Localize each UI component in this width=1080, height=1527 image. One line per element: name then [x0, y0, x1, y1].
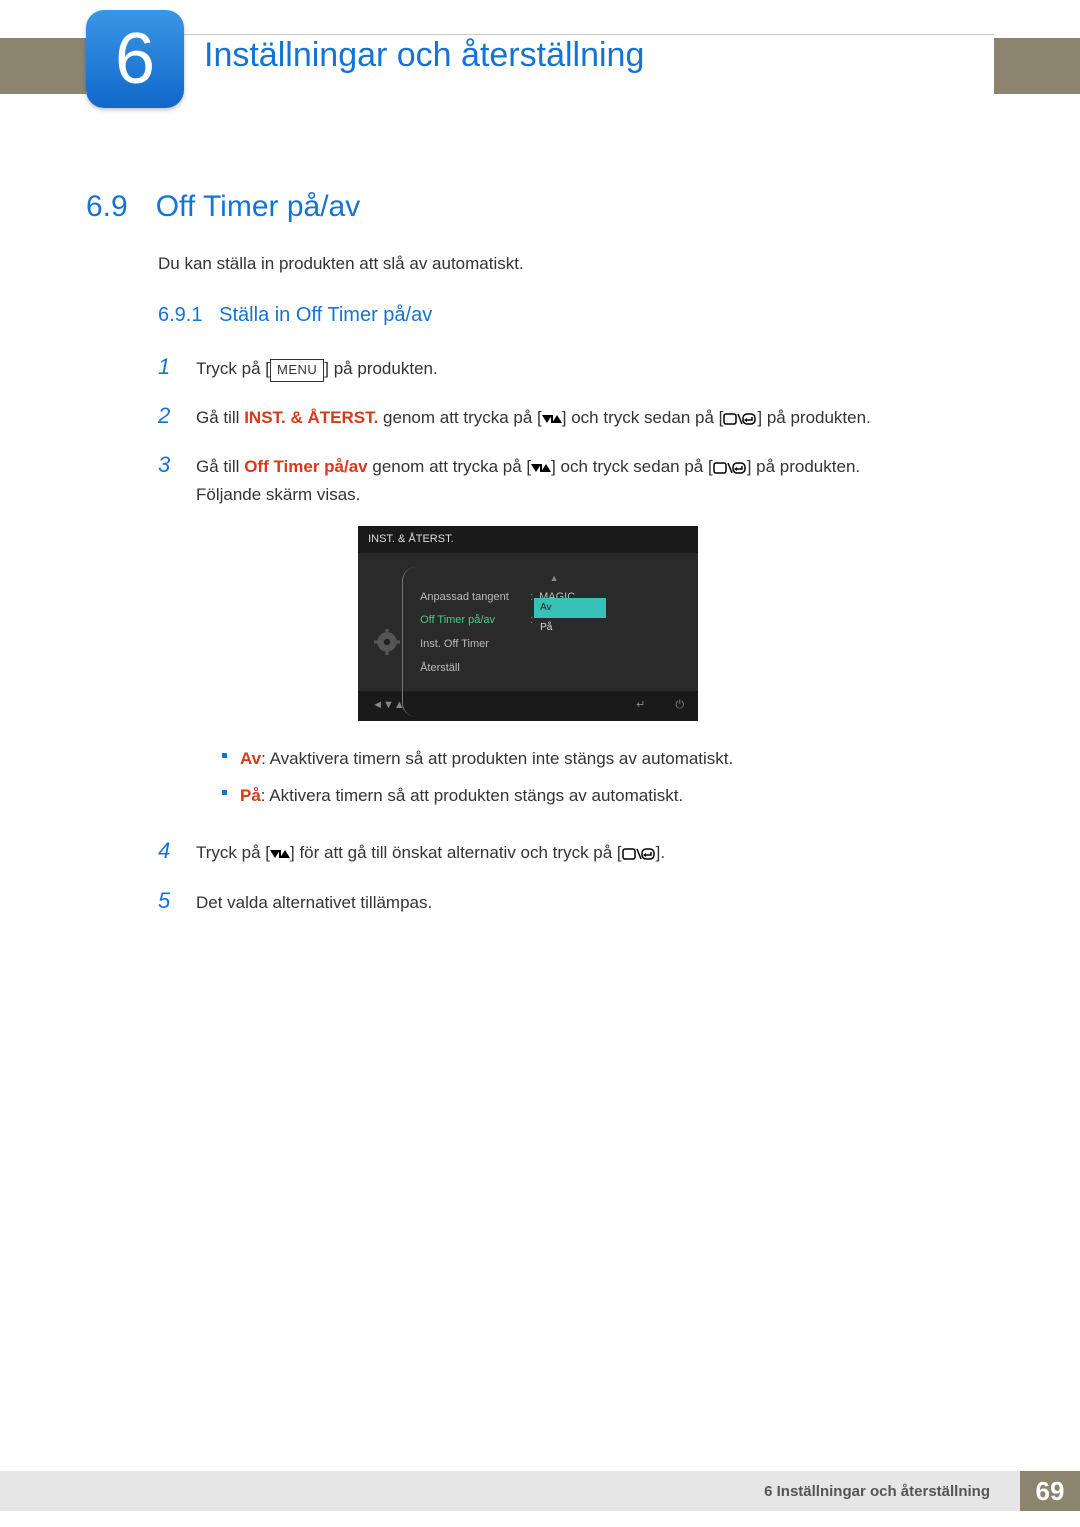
osd-dropdown-option: På — [534, 618, 606, 638]
step-text: Tryck på [] för att gå till önskat alter… — [196, 839, 665, 866]
osd-nav-down-icon: ▼ — [383, 697, 394, 715]
osd-title: INST. & ÅTERST. — [358, 526, 698, 554]
down-up-icon — [542, 413, 562, 425]
footer-page-number: 69 — [1020, 1471, 1080, 1511]
bullet-list: Av: Avaktivera timern så att produkten i… — [222, 745, 860, 809]
osd-scroll-up-icon: ▲ — [420, 567, 688, 585]
osd-nav-power-icon: ⏻ — [675, 697, 684, 715]
step-text: Gå till INST. & ÅTERST. genom att trycka… — [196, 404, 871, 431]
bullet-label: Av — [240, 749, 261, 768]
section-number: 6.9 — [86, 190, 128, 224]
osd-item-label: Off Timer på/av — [420, 612, 530, 630]
step-number: 1 — [158, 349, 178, 384]
footer-label: 6 Inställningar och återställning — [764, 1483, 1004, 1500]
osd-screenshot: INST. & ÅTERST. ▲ Anpassad tangent : MAG… — [358, 526, 698, 721]
bullet-item: Av: Avaktivera timern så att produkten i… — [222, 745, 860, 772]
enter-icon — [622, 847, 656, 861]
osd-dropdown-option-selected: Av — [534, 598, 606, 618]
step-3: 3 Gå till Off Timer på/av genom att tryc… — [158, 447, 994, 819]
step-number: 3 — [158, 447, 178, 482]
osd-item: Återställ — [420, 657, 688, 681]
step-number: 2 — [158, 398, 178, 433]
bullet-item: På: Aktivera timern så att produkten stä… — [222, 782, 860, 809]
enter-icon — [723, 412, 757, 426]
osd-item-label: Inst. Off Timer — [420, 636, 530, 654]
gear-icon — [374, 629, 400, 655]
section-intro: Du kan ställa in produkten att slå av au… — [158, 254, 994, 274]
osd-arc-decoration — [402, 567, 416, 717]
steps-list: 1 Tryck på [MENU] på produkten. 2 Gå til… — [158, 349, 994, 918]
step-1: 1 Tryck på [MENU] på produkten. — [158, 349, 994, 384]
step-5: 5 Det valda alternativet tillämpas. — [158, 883, 994, 918]
section-heading: 6.9 Off Timer på/av — [86, 190, 994, 224]
subsection-heading: 6.9.1 Ställa in Off Timer på/av — [158, 304, 994, 327]
osd-dropdown: Av På — [534, 598, 606, 638]
section-title: Off Timer på/av — [156, 190, 361, 224]
step-text: Gå till Off Timer på/av genom att trycka… — [196, 453, 860, 819]
menu-button-label: MENU — [270, 359, 324, 382]
step-4: 4 Tryck på [] för att gå till önskat alt… — [158, 833, 994, 868]
subsection-number: 6.9.1 — [158, 304, 202, 326]
footer-right: 6 Inställningar och återställning 69 — [764, 1471, 1080, 1511]
menu-path: Off Timer på/av — [244, 457, 367, 476]
step-2: 2 Gå till INST. & ÅTERST. genom att tryc… — [158, 398, 994, 433]
step-number: 5 — [158, 883, 178, 918]
step-text: Det valda alternativet tillämpas. — [196, 889, 432, 916]
step-text: Tryck på [MENU] på produkten. — [196, 355, 438, 382]
osd-item-label: Anpassad tangent — [420, 589, 530, 607]
menu-path: INST. & ÅTERST. — [244, 408, 378, 427]
chapter-title: Inställningar och återställning — [204, 36, 644, 75]
chapter-number-badge: 6 — [86, 10, 184, 108]
down-up-icon — [270, 848, 290, 860]
bullet-label: På — [240, 786, 261, 805]
down-up-icon — [531, 462, 551, 474]
page-content: 6.9 Off Timer på/av Du kan ställa in pro… — [86, 190, 994, 932]
osd-nav-back-icon: ◄ — [372, 697, 383, 715]
subsection-title: Ställa in Off Timer på/av — [219, 304, 432, 326]
enter-icon — [713, 461, 747, 475]
osd-item-label: Återställ — [420, 660, 530, 678]
osd-nav-enter-icon: ↵ — [636, 697, 645, 715]
step-number: 4 — [158, 833, 178, 868]
